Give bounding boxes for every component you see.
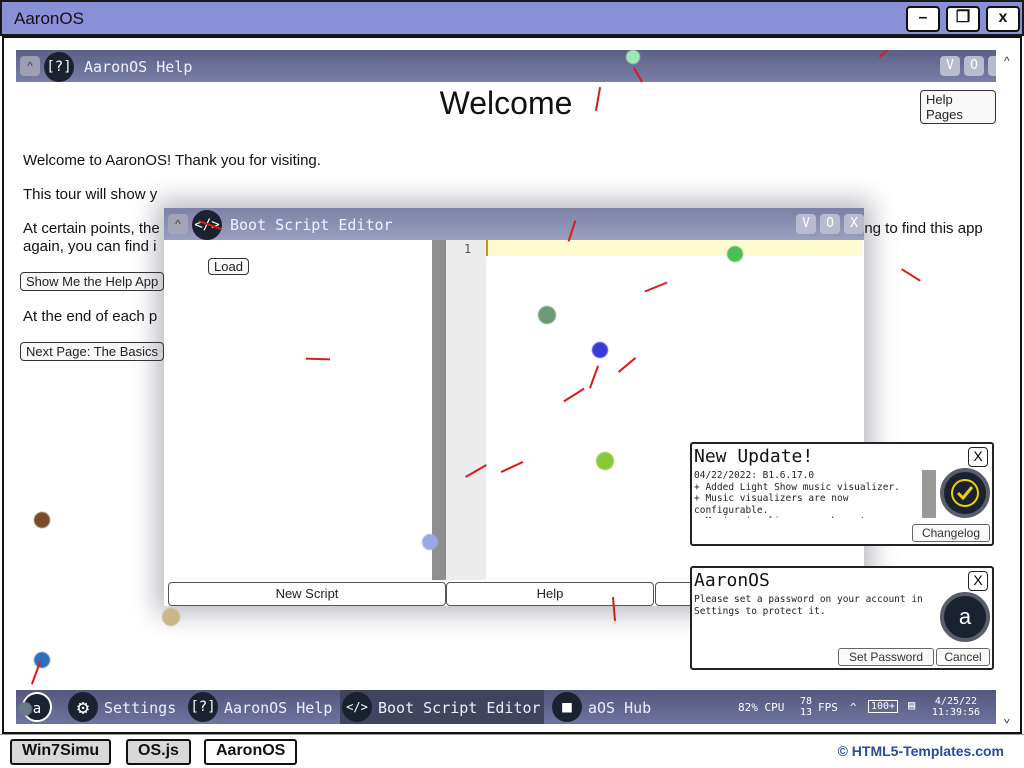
- help-ctrl-v-button[interactable]: V: [940, 56, 960, 76]
- minimize-icon: –: [918, 9, 928, 26]
- changelog-button[interactable]: Changelog: [912, 524, 990, 542]
- line-number-gutter: 1: [446, 240, 486, 580]
- caption-collapse-button[interactable]: ^: [20, 56, 40, 76]
- taskbar-item-boot-script-editor[interactable]: </> Boot Script Editor: [340, 690, 544, 724]
- help-paragraph-2: This tour will show y: [23, 186, 158, 203]
- visualizer-dot: [596, 452, 614, 470]
- help-icon: [?]: [188, 692, 218, 722]
- outer-title: AaronOS: [14, 9, 84, 28]
- help-ctrl-x-button[interactable]: [988, 56, 996, 76]
- battery-indicator[interactable]: 100+: [868, 700, 899, 713]
- cpu-readout: 82% CPU: [738, 701, 785, 714]
- show-help-app-button[interactable]: Show Me the Help App: [20, 272, 165, 291]
- visualizer-dot: [592, 342, 608, 358]
- cancel-button[interactable]: Cancel: [936, 648, 990, 666]
- taskbar-item-settings[interactable]: ⚙ Settings: [66, 690, 182, 724]
- help-window-title: AaronOS Help: [84, 58, 193, 76]
- editor-ctrl-o-button[interactable]: O: [820, 214, 840, 234]
- update-notification: New Update! X 04/22/2022: B1.6.17.0 + Ad…: [690, 442, 994, 546]
- visualizer-dot: [18, 702, 32, 716]
- taskbar-item-help[interactable]: [?] AaronOS Help: [186, 690, 336, 724]
- help-app-icon: [?]: [44, 52, 74, 82]
- new-script-button[interactable]: New Script: [168, 582, 446, 606]
- editor-title: Boot Script Editor: [230, 216, 393, 234]
- gear-icon: ⚙: [68, 692, 98, 722]
- wifi-icon[interactable]: ^: [850, 702, 857, 713]
- fps-top-readout: 78: [800, 696, 813, 707]
- help-paragraph-1: Welcome to AaronOS! Thank you for visiti…: [23, 152, 321, 169]
- aaronos-desktop: ^ [?] AaronOS Help V O Welcome Help Page…: [16, 50, 996, 732]
- help-ctrl-o-button[interactable]: O: [964, 56, 984, 76]
- scroll-down-icon[interactable]: ^: [1004, 712, 1010, 726]
- footer-credit[interactable]: © HTML5-Templates.com: [838, 743, 1004, 759]
- editor-ctrl-v-button[interactable]: V: [796, 214, 816, 234]
- update-notification-body: 04/22/2022: B1.6.17.0 + Added Light Show…: [694, 470, 900, 518]
- page-scrollbar[interactable]: ^ ^: [998, 50, 1020, 732]
- editor-help-button[interactable]: Help: [446, 582, 654, 606]
- visualizer-dot: [162, 608, 180, 626]
- taskbar-item-label: Settings: [104, 699, 177, 717]
- active-line: [486, 240, 862, 256]
- taskbar-item-label: aOS Hub: [588, 699, 652, 717]
- visualizer-dot: [727, 246, 743, 262]
- hub-icon: ■: [552, 692, 582, 722]
- password-notification-body: Please set a password on your account in…: [694, 594, 923, 617]
- fps-bottom-readout: 13: [800, 707, 813, 718]
- help-window-caption[interactable]: ^ [?] AaronOS Help V O: [16, 50, 996, 82]
- footer-tab-osjs[interactable]: OS.js: [126, 739, 191, 765]
- taskbar-item-label: AaronOS Help: [224, 699, 333, 717]
- next-page-button[interactable]: Next Page: The Basics: [20, 342, 164, 361]
- help-paragraph-4: At the end of each p: [23, 308, 158, 325]
- taskbar-item-aos-hub[interactable]: ■ aOS Hub: [550, 690, 660, 724]
- taskbar: a ⚙ Settings [?] AaronOS Help </> Boot S…: [16, 690, 996, 724]
- close-icon: x: [998, 9, 1008, 26]
- footer-tab-aaronos[interactable]: AaronOS: [204, 739, 298, 765]
- visualizer-dot: [538, 306, 556, 324]
- password-notification: AaronOS X Please set a password on your …: [690, 566, 994, 670]
- time-readout[interactable]: 11:39:56: [930, 707, 982, 718]
- aaronos-logo-icon: a: [940, 592, 990, 642]
- code-icon: </>: [342, 692, 372, 722]
- visualizer-dot: [34, 512, 50, 528]
- script-list-scrollbar[interactable]: [432, 240, 446, 580]
- visualizer-dot: [626, 50, 640, 64]
- load-button[interactable]: Load: [208, 258, 249, 275]
- footer-tab-win7simu[interactable]: Win7Simu: [10, 739, 112, 765]
- password-notification-close-button[interactable]: X: [968, 571, 988, 591]
- set-password-button[interactable]: Set Password: [838, 648, 934, 666]
- outer-title-bar: AaronOS – ❐ x: [0, 0, 1024, 36]
- boot-script-editor-window: ^ </> Boot Script Editor V O X Load 1 Ne…: [164, 208, 864, 606]
- editor-close-button[interactable]: X: [844, 214, 864, 234]
- line-number: 1: [464, 242, 472, 256]
- outer-content: ^ [?] AaronOS Help V O Welcome Help Page…: [2, 36, 1022, 734]
- update-notification-scrollbar[interactable]: [922, 470, 936, 518]
- fps-label: FPS: [818, 701, 838, 714]
- update-notification-title: New Update!: [694, 446, 814, 467]
- scroll-up-icon[interactable]: ^: [1004, 54, 1010, 68]
- taskbar-item-label: Boot Script Editor: [378, 699, 541, 717]
- script-list-pane[interactable]: Load: [168, 240, 432, 580]
- help-pages-button[interactable]: Help Pages: [920, 90, 996, 124]
- notifications-icon[interactable]: ▤: [908, 699, 915, 711]
- close-button[interactable]: x: [986, 6, 1020, 32]
- help-paragraph-3c: ing to find this app: [861, 220, 983, 237]
- editor-caption[interactable]: ^ </> Boot Script Editor V O X: [164, 208, 864, 240]
- help-paragraph-3b: again, you can find i: [23, 238, 157, 255]
- password-notification-title: AaronOS: [694, 570, 770, 591]
- restore-button[interactable]: ❐: [946, 6, 980, 32]
- update-notification-close-button[interactable]: X: [968, 447, 988, 467]
- update-check-icon: [940, 468, 990, 518]
- page-title: Welcome: [439, 85, 573, 121]
- footer-bar: Win7Simu OS.js AaronOS © HTML5-Templates…: [0, 734, 1024, 768]
- date-readout[interactable]: 4/25/22: [930, 696, 982, 707]
- visualizer-dot: [422, 534, 438, 550]
- editor-collapse-button[interactable]: ^: [168, 214, 188, 234]
- minimize-button[interactable]: –: [906, 6, 940, 32]
- restore-icon: ❐: [955, 9, 971, 26]
